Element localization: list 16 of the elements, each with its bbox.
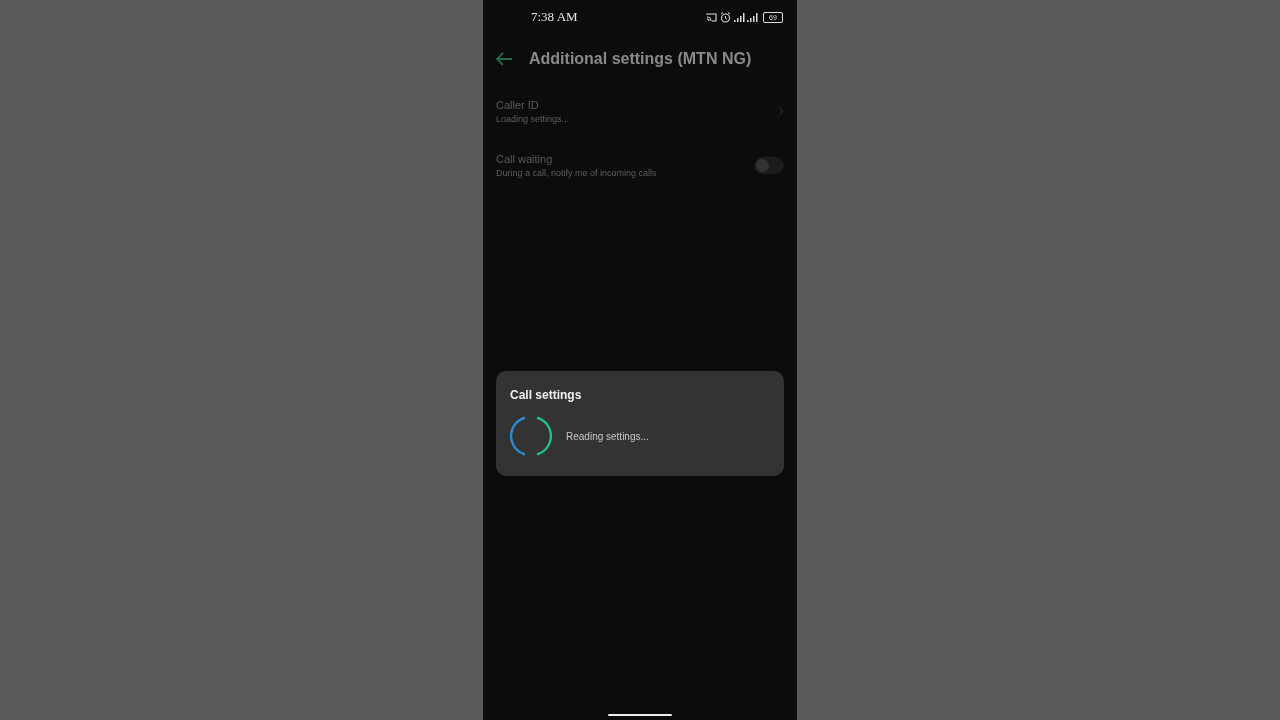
alarm-icon [720,11,731,23]
setting-summary: Loading settings... [496,113,571,124]
loading-spinner-icon [510,416,552,456]
toggle-switch[interactable] [754,156,784,174]
setting-summary: During a call, notify me of incoming calls [496,167,658,178]
back-arrow-icon[interactable] [495,52,513,66]
page-title: Additional settings (MTN NG) [529,50,752,68]
chevron-icon [778,106,784,116]
cast-icon [706,12,717,22]
setting-title[interactable]: Caller ID [496,98,778,111]
status-time: 7:38 AM [531,9,579,25]
home-indicator[interactable] [608,714,672,716]
dialog-title: Call settings [510,388,583,402]
signal-icon [734,12,760,22]
setting-title[interactable]: Call waiting [496,152,754,165]
dialog-message: Reading settings... [566,430,649,442]
